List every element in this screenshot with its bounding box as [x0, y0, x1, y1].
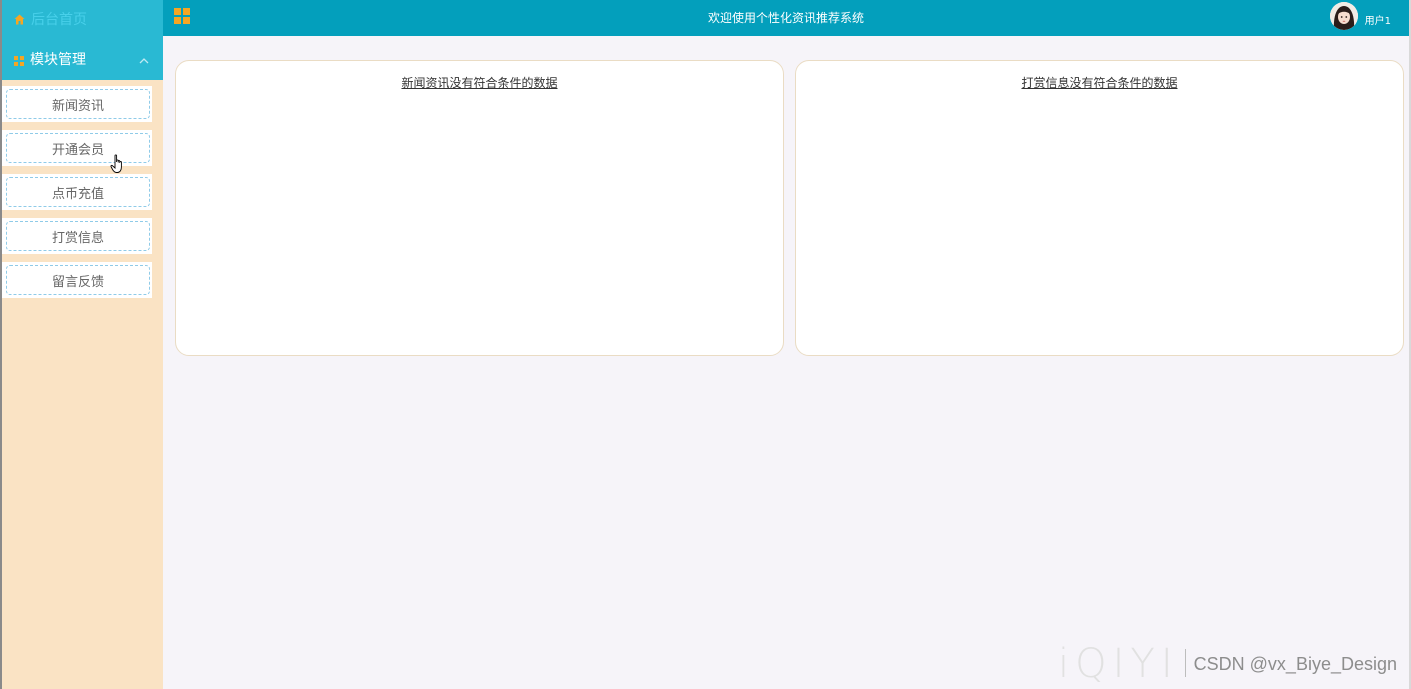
sidebar-item-membership[interactable]: 开通会员: [2, 130, 152, 166]
top-bar: 欢迎使用个性化资讯推荐系统 用户1: [163, 0, 1409, 36]
news-card-empty-message: 新闻资讯没有符合条件的数据: [401, 76, 558, 90]
sidebar: 后台首页 模块管理 新闻资讯 开通会员 点币充值 打赏信息 留言反馈: [2, 0, 163, 689]
sidebar-home-label: 后台首页: [31, 12, 87, 28]
watermark-credit: CSDN @vx_Biye_Design: [1193, 654, 1397, 674]
grid-icon: [14, 54, 24, 66]
tips-card: 打赏信息没有符合条件的数据: [795, 60, 1404, 356]
sidebar-item-label: 打赏信息: [6, 221, 150, 251]
sidebar-item-news[interactable]: 新闻资讯: [2, 86, 152, 122]
avatar[interactable]: [1330, 2, 1358, 30]
watermark-logo: iQIYI: [1058, 641, 1179, 687]
chevron-up-icon: [139, 54, 149, 64]
hand-pointer-cursor: [110, 154, 122, 173]
sidebar-item-tips[interactable]: 打赏信息: [2, 218, 152, 254]
username[interactable]: 用户1: [1365, 12, 1391, 27]
sidebar-group-module[interactable]: 模块管理: [2, 38, 163, 80]
sidebar-group-label: 模块管理: [30, 52, 86, 68]
sidebar-item-label: 新闻资讯: [6, 89, 150, 119]
sidebar-item-feedback[interactable]: 留言反馈: [2, 262, 152, 298]
sidebar-header: 后台首页 模块管理: [2, 0, 163, 80]
window-edge-left: [0, 0, 2, 689]
sidebar-item-label: 开通会员: [6, 133, 150, 163]
watermark: iQIYI CSDN @vx_Biye_Design: [1058, 641, 1397, 687]
sidebar-menu: 新闻资讯 开通会员 点币充值 打赏信息 留言反馈: [2, 80, 163, 298]
news-card: 新闻资讯没有符合条件的数据: [175, 60, 784, 356]
watermark-divider: [1184, 649, 1186, 677]
tips-card-empty-message: 打赏信息没有符合条件的数据: [1021, 76, 1178, 90]
sidebar-item-label: 留言反馈: [6, 265, 150, 295]
sidebar-home-link[interactable]: 后台首页: [2, 0, 163, 38]
home-icon: [14, 14, 25, 25]
sidebar-item-label: 点币充值: [6, 177, 150, 207]
app-title: 欢迎使用个性化资讯推荐系统: [707, 11, 864, 25]
sidebar-item-recharge[interactable]: 点币充值: [2, 174, 152, 210]
